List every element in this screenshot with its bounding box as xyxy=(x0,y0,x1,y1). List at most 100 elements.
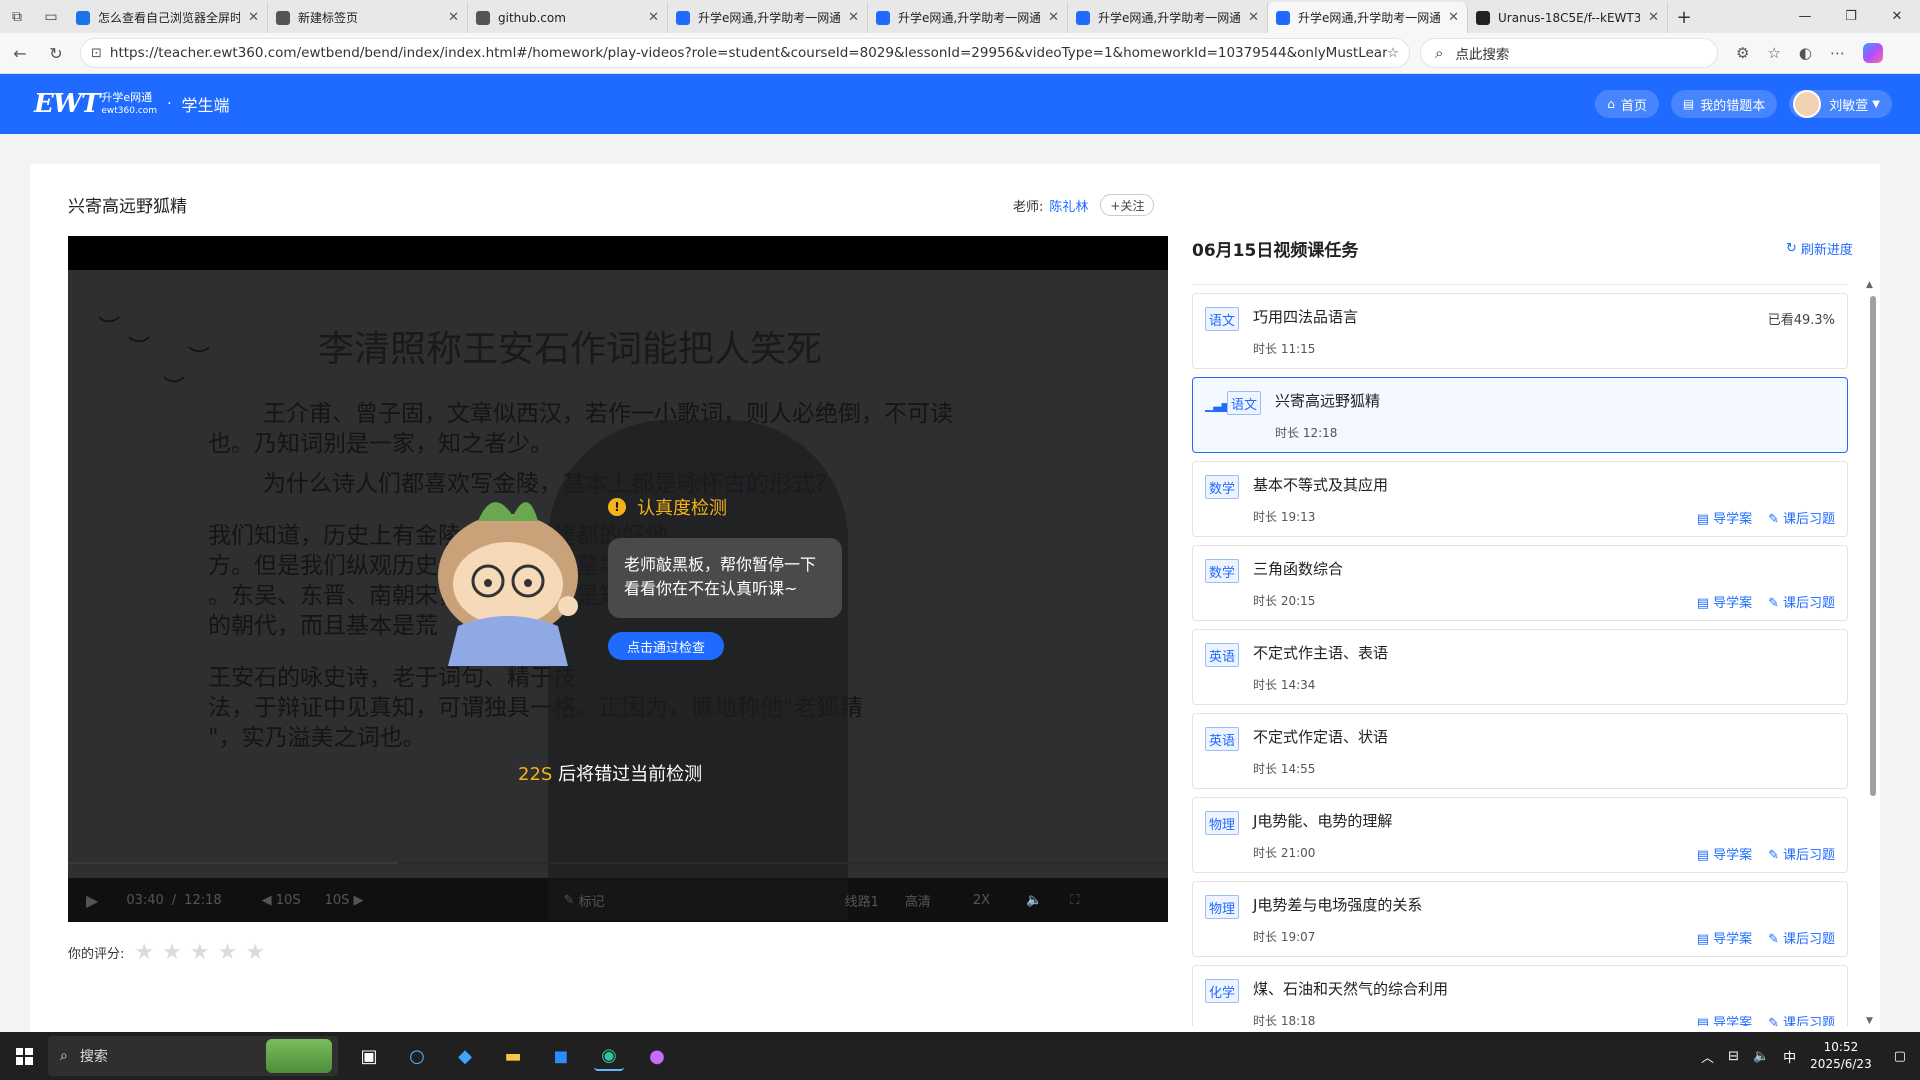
start-button[interactable] xyxy=(0,1032,48,1080)
edge-icon[interactable]: ◉ xyxy=(594,1041,624,1071)
tray-overflow-icon[interactable]: ︿ xyxy=(1701,1047,1714,1066)
close-tab-icon[interactable]: ✕ xyxy=(848,10,859,25)
exercise-link[interactable]: ✎ 课后习题 xyxy=(1768,592,1835,611)
browser-tab[interactable]: 升学e网通,升学助考一网通 ✕ xyxy=(1268,2,1468,33)
browser-tab[interactable]: Uranus-18C5E/f--kEWT360 ✕ xyxy=(1468,2,1668,33)
minimize-button[interactable]: — xyxy=(1782,0,1828,33)
star-icon[interactable]: ★ xyxy=(218,940,238,965)
task-item[interactable]: ▁▃▅ 语文 兴寄高远野狐精 时长 12:18 xyxy=(1192,377,1848,453)
nav-mistakes-button[interactable]: ▤ 我的错题本 xyxy=(1670,90,1778,118)
file-explorer-icon[interactable]: ▬ xyxy=(498,1041,528,1071)
star-icon[interactable]: ★ xyxy=(134,940,154,965)
close-tab-icon[interactable]: ✕ xyxy=(448,10,459,25)
restore-button[interactable]: ❐ xyxy=(1828,0,1874,33)
star-icon[interactable]: ★ xyxy=(245,940,265,965)
mark-button[interactable]: ✎ 标记 xyxy=(564,891,605,910)
url-field[interactable]: ⊡ https://teacher.ewt360.com/ewtbend/ben… xyxy=(80,38,1410,68)
extension-icon[interactable]: ⚙ xyxy=(1736,44,1749,62)
close-tab-icon[interactable]: ✕ xyxy=(1448,10,1459,25)
back-icon[interactable]: ← xyxy=(4,37,36,69)
workspaces-icon[interactable]: ⧉ xyxy=(0,0,34,33)
subject-badge: 数学 xyxy=(1205,475,1239,499)
video-player[interactable]: ︶ ︶ ︶ ︶ 李清照称王安石作词能把人笑死 王介甫、曾子固，文章似西汉，若作一… xyxy=(68,236,1168,922)
video-progress-bar[interactable] xyxy=(68,862,1168,864)
profile-icon[interactable]: ◐ xyxy=(1799,44,1812,62)
browser-tab[interactable]: 升学e网通,升学助考一网通 ✕ xyxy=(668,2,868,33)
guide-link[interactable]: ▤ 导学案 xyxy=(1697,844,1752,863)
close-tab-icon[interactable]: ✕ xyxy=(1648,10,1659,25)
browser-tab[interactable]: 升学e网通,升学助考一网通 ✕ xyxy=(1068,2,1268,33)
volume-icon[interactable]: 🔈 xyxy=(1026,893,1042,908)
nav-home-button[interactable]: ⌂ 首页 xyxy=(1595,90,1659,118)
pass-check-button[interactable]: 点击通过检查 xyxy=(608,632,724,660)
close-tab-icon[interactable]: ✕ xyxy=(1248,10,1259,25)
task-item[interactable]: 语文 巧用四法品语言 时长 11:15 已看49.3% xyxy=(1192,293,1848,369)
vscode-icon[interactable]: ◆ xyxy=(450,1041,480,1071)
follow-button[interactable]: +关注 xyxy=(1100,194,1155,216)
scroll-up-icon[interactable]: ▲ xyxy=(1866,280,1873,290)
task-item[interactable]: 化学 煤、石油和天然气的综合利用 时长 18:18 ▤ 导学案 ✎ 课后习题 xyxy=(1192,965,1848,1026)
copilot-icon[interactable] xyxy=(1863,43,1883,63)
close-window-button[interactable]: ✕ xyxy=(1874,0,1920,33)
volume-icon[interactable]: 🔈 xyxy=(1753,1049,1769,1064)
browser-tab[interactable]: github.com ✕ xyxy=(468,2,668,33)
task-item[interactable]: 数学 基本不等式及其应用 时长 19:13 ▤ 导学案 ✎ 课后习题 xyxy=(1192,461,1848,537)
tab-actions-icon[interactable]: ▭ xyxy=(34,0,68,33)
site-logo[interactable]: EWT 升学e网通 ewt360.com · 学生端 xyxy=(34,89,230,119)
network-icon[interactable]: ⊟ xyxy=(1728,1049,1739,1064)
exercise-link[interactable]: ✎ 课后习题 xyxy=(1768,508,1835,527)
forward-button[interactable]: 10S ▶ xyxy=(325,893,364,908)
scroll-down-icon[interactable]: ▼ xyxy=(1866,1016,1873,1026)
browser-tab[interactable]: 升学e网通,升学助考一网通 ✕ xyxy=(868,2,1068,33)
outlook-icon[interactable]: ◼ xyxy=(546,1041,576,1071)
exercise-link[interactable]: ✎ 课后习题 xyxy=(1768,844,1835,863)
speed-select[interactable]: 2X xyxy=(973,893,990,908)
rewind-button[interactable]: ◀ 10S xyxy=(262,893,301,908)
refresh-progress-button[interactable]: ↻ 刷新进度 xyxy=(1786,239,1853,258)
site-info-icon[interactable]: ⊡ xyxy=(91,46,102,61)
favorite-star-icon[interactable]: ☆ xyxy=(1387,45,1399,61)
star-icon[interactable]: ★ xyxy=(190,940,210,965)
new-tab-button[interactable]: + xyxy=(1668,2,1700,33)
exercise-link[interactable]: ✎ 课后习题 xyxy=(1768,928,1835,947)
user-menu[interactable]: 刘敏萱 ▼ xyxy=(1789,90,1892,118)
user-name: 刘敏萱 xyxy=(1829,98,1869,114)
close-tab-icon[interactable]: ✕ xyxy=(248,10,259,25)
cortana-icon[interactable]: ○ xyxy=(402,1041,432,1071)
taskbar-search[interactable]: ⌕ 搜索 xyxy=(48,1036,338,1076)
fullscreen-icon[interactable]: ⛶ xyxy=(1070,893,1079,908)
guide-link[interactable]: ▤ 导学案 xyxy=(1697,592,1752,611)
task-item[interactable]: 英语 不定式作定语、状语 时长 14:55 xyxy=(1192,713,1848,789)
total-time: 12:18 xyxy=(184,892,222,908)
paint-icon[interactable]: ● xyxy=(642,1041,672,1071)
task-item[interactable]: 物理 J电势差与电场强度的关系 时长 19:07 ▤ 导学案 ✎ 课后习题 xyxy=(1192,881,1848,957)
star-icon[interactable]: ★ xyxy=(162,940,182,965)
task-item[interactable]: 数学 三角函数综合 时长 20:15 ▤ 导学案 ✎ 课后习题 xyxy=(1192,545,1848,621)
guide-label: 导学案 xyxy=(1713,932,1753,947)
more-menu-icon[interactable]: ⋯ xyxy=(1830,44,1845,62)
close-tab-icon[interactable]: ✕ xyxy=(648,10,659,25)
ime-indicator[interactable]: 中 xyxy=(1783,1047,1796,1066)
reload-icon[interactable]: ↻ xyxy=(40,37,72,69)
browser-search-input[interactable]: ⌕ 点此搜索 xyxy=(1420,38,1718,68)
task-view-icon[interactable]: ▣ xyxy=(354,1041,384,1071)
address-toolbar: ← ↻ ⊡ https://teacher.ewt360.com/ewtbend… xyxy=(0,33,1920,74)
guide-link[interactable]: ▤ 导学案 xyxy=(1697,508,1752,527)
guide-link[interactable]: ▤ 导学案 xyxy=(1697,928,1752,947)
guide-link[interactable]: ▤ 导学案 xyxy=(1697,1012,1752,1026)
notification-icon[interactable]: ▢ xyxy=(1894,1049,1906,1064)
play-icon[interactable]: ▶ xyxy=(86,891,98,910)
teacher-name-link[interactable]: 陈礼林 xyxy=(1049,196,1088,215)
favorites-icon[interactable]: ☆ xyxy=(1767,44,1780,62)
exercise-link[interactable]: ✎ 课后习题 xyxy=(1768,1012,1835,1026)
task-item[interactable]: 英语 不定式作主语、表语 时长 14:34 xyxy=(1192,629,1848,705)
quality-select[interactable]: 高清 xyxy=(905,891,931,910)
lesson-title: 兴寄高远野狐精 xyxy=(68,197,187,217)
close-tab-icon[interactable]: ✕ xyxy=(1048,10,1059,25)
browser-tab[interactable]: 怎么查看自己浏览器全屏时 ✕ xyxy=(68,2,268,33)
clock[interactable]: 10:52 2025/6/23 xyxy=(1810,1039,1872,1073)
line-select[interactable]: 线路1 xyxy=(845,891,879,910)
browser-tab[interactable]: 新建标签页 ✕ xyxy=(268,2,468,33)
task-scroll-thumb[interactable] xyxy=(1870,296,1876,796)
task-item[interactable]: 物理 J电势能、电势的理解 时长 21:00 ▤ 导学案 ✎ 课后习题 xyxy=(1192,797,1848,873)
